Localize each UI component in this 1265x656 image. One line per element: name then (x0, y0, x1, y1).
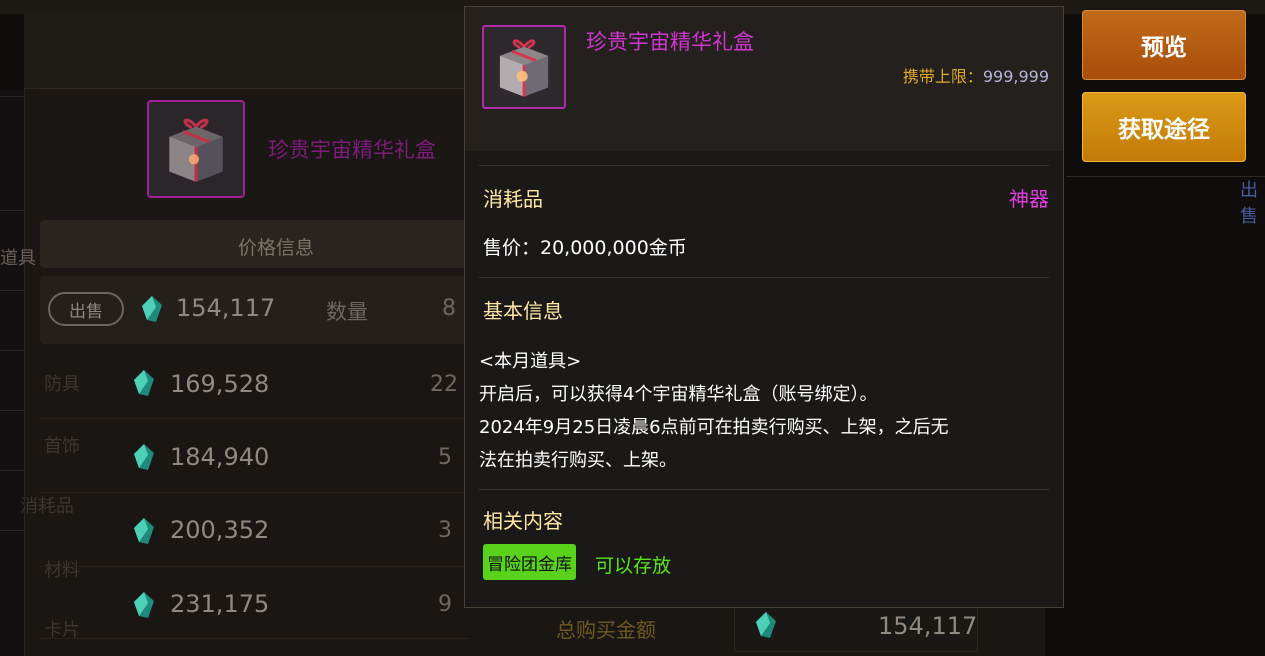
total-purchase-value: 154,117 (878, 612, 978, 640)
item-type: 消耗品 (483, 187, 543, 211)
total-purchase-label: 总购买金额 (556, 618, 656, 642)
gem-icon (134, 592, 154, 618)
row-divider (40, 492, 470, 493)
adventure-vault-tag: 冒险团金库 (483, 544, 576, 580)
row-divider (40, 638, 470, 639)
tooltip-divider (479, 489, 1049, 490)
basic-info-title: 基本信息 (483, 299, 563, 323)
gem-icon (756, 612, 776, 638)
quantity-value: 5 (438, 445, 452, 470)
sell-price: 售价：20,000,000金币 (483, 237, 687, 259)
right-divider (1066, 176, 1265, 177)
tooltip-item-thumbnail (482, 25, 566, 109)
item-name: 珍贵宇宙精华礼盒 (268, 138, 436, 162)
quantity-value: 8 (442, 296, 456, 321)
gem-icon (134, 518, 154, 544)
row-divider (40, 418, 470, 419)
price-value[interactable]: 169,528 (170, 370, 269, 398)
price-value[interactable]: 231,175 (170, 590, 269, 618)
gift-box-icon (487, 30, 561, 104)
description-line: 开启后，可以获得4个宇宙精华礼盒（账号绑定）。 (479, 384, 878, 405)
item-thumbnail[interactable] (147, 100, 245, 198)
tooltip-divider (479, 165, 1049, 166)
nav-item[interactable] (0, 350, 24, 403)
description-line: 2024年9月25日凌晨6点前可在拍卖行购买、上架，之后无 (479, 417, 949, 438)
nav-item[interactable] (0, 410, 24, 463)
price-value: 154,117 (176, 294, 276, 322)
item-tooltip: 珍贵宇宙精华礼盒 携带上限：999,999 消耗品 神器 售价：20,000,0… (464, 6, 1064, 608)
gem-icon (142, 296, 162, 322)
nav-label: 首饰 (44, 436, 80, 457)
quantity-value: 3 (438, 518, 452, 543)
nav-item[interactable] (0, 530, 24, 583)
storable-status: 可以存放 (595, 555, 672, 577)
nav-item[interactable] (0, 96, 24, 149)
tooltip-item-name: 珍贵宇宙精华礼盒 (586, 30, 754, 54)
description-line: <本月道具> (479, 351, 582, 372)
quantity-value: 22 (430, 372, 458, 397)
nav-label: 材料 (44, 560, 80, 581)
tooltip-divider (479, 277, 1049, 278)
related-content-title: 相关内容 (483, 509, 563, 533)
preview-button[interactable]: 预览 (1082, 10, 1246, 80)
gift-box-icon (155, 108, 237, 190)
quantity-value: 9 (438, 592, 452, 617)
quantity-label: 数量 (326, 300, 368, 324)
nav-item[interactable] (0, 290, 24, 343)
carry-limit-label: 携带上限： (902, 67, 983, 86)
price-value[interactable]: 200,352 (170, 516, 269, 544)
row-divider (40, 566, 470, 567)
sell-button[interactable]: 出售 (48, 292, 124, 326)
carry-limit: 携带上限：999,999 (903, 63, 1049, 87)
gem-icon (134, 444, 154, 470)
price-header: 价格信息 (238, 237, 315, 259)
description-line: 法在拍卖行购买、上架。 (479, 450, 677, 471)
nav-label: 防具 (44, 374, 80, 395)
sell-tab-label[interactable]: 出售 (1240, 176, 1265, 228)
gem-icon (134, 370, 154, 396)
carry-limit-value: 999,999 (982, 67, 1049, 86)
acquisition-route-button[interactable]: 获取途径 (1082, 92, 1246, 162)
nav-label: 道具 (0, 248, 36, 269)
price-value[interactable]: 184,940 (170, 443, 269, 471)
item-rarity: 神器 (1009, 187, 1049, 211)
nav-label: 消耗品 (20, 496, 74, 517)
